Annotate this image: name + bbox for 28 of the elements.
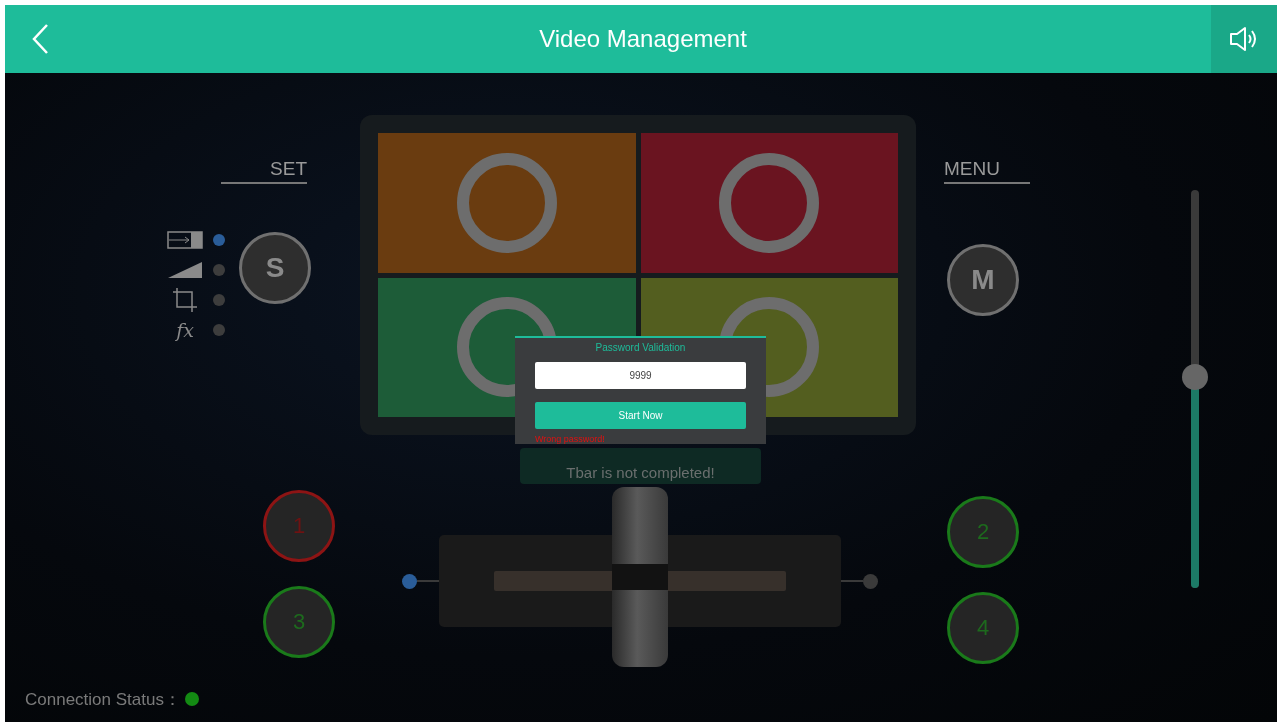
set-button[interactable]: S [239, 231, 311, 304]
source-button[interactable]: 3 [263, 586, 335, 658]
menu-button[interactable]: M [947, 244, 1019, 316]
connection-status-label: Connection Status： [25, 688, 181, 711]
set-label: SET [221, 158, 307, 184]
mode-indicator[interactable] [213, 323, 225, 336]
fx-icon: fx [176, 318, 194, 341]
mode-indicator[interactable] [213, 233, 225, 246]
tbar-handle[interactable] [612, 487, 668, 667]
password-field[interactable]: 9999 [535, 362, 746, 389]
menu-label: MENU [944, 158, 1030, 184]
speaker-icon [1229, 25, 1259, 53]
page-title: Video Management [538, 25, 748, 53]
mode-indicator[interactable] [213, 293, 225, 306]
mode-indicator[interactable] [213, 263, 225, 276]
error-message: Wrong password! [535, 434, 605, 444]
source-button[interactable]: 4 [947, 592, 1019, 664]
slider-thumb[interactable] [1182, 364, 1208, 391]
start-now-button[interactable]: Start Now [535, 402, 746, 429]
crop-icon [172, 286, 198, 313]
dialog-title: Password Validation [595, 342, 686, 353]
toast-message: Tbar is not completed! [520, 448, 761, 484]
volume-button[interactable] [1211, 5, 1277, 73]
source-button[interactable]: 2 [947, 496, 1019, 568]
back-icon [31, 23, 49, 55]
scale-icon [167, 230, 203, 249]
ramp-icon [167, 260, 203, 279]
source-button[interactable]: 1 [263, 490, 335, 562]
